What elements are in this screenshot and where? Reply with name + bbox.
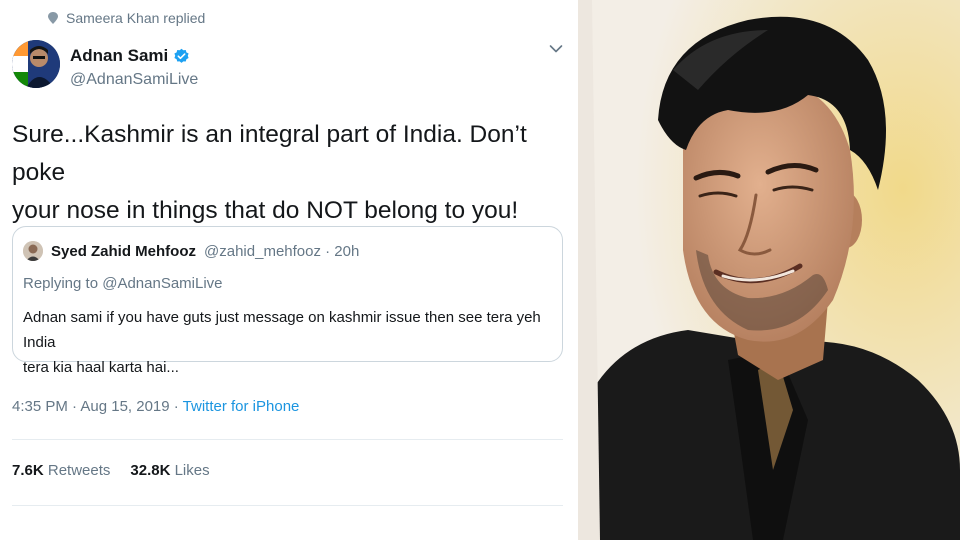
divider: [12, 439, 563, 440]
pin-icon: [48, 12, 58, 24]
author-info: Adnan Sami @AdnanSamiLive: [70, 46, 198, 89]
quoted-author-handle[interactable]: @zahid_mehfooz · 20h: [204, 243, 359, 260]
author-name[interactable]: Adnan Sami: [70, 46, 168, 66]
quoted-tweet-text: Adnan sami if you have guts just message…: [23, 305, 558, 380]
tweet-text-line: your nose in things that do NOT belong t…: [12, 197, 519, 224]
tweet-timestamp[interactable]: 4:35 PM · Aug 15, 2019 ·: [12, 398, 183, 415]
author-handle[interactable]: @AdnanSamiLive: [70, 71, 198, 89]
author-avatar[interactable]: [12, 40, 60, 88]
chevron-down-icon[interactable]: [549, 44, 563, 54]
quoted-tweet[interactable]: Syed Zahid Mehfooz @zahid_mehfooz · 20h …: [12, 226, 563, 376]
replying-to-link[interactable]: @AdnanSamiLive: [102, 275, 222, 292]
retweets-stat[interactable]: 7.6K Retweets: [12, 462, 110, 479]
tweet-text: Sure...Kashmir is an integral part of In…: [12, 116, 562, 230]
retweets-count: 7.6K: [12, 462, 44, 479]
tweet-text-line: Sure...Kashmir is an integral part of In…: [12, 121, 527, 186]
quoted-text-line: tera kia haal karta hai...: [23, 359, 179, 376]
divider: [12, 505, 563, 506]
quoted-text-line: Adnan sami if you have guts just message…: [23, 309, 541, 351]
verified-badge-icon: [174, 48, 189, 63]
tweet-metadata: 4:35 PM · Aug 15, 2019 · Twitter for iPh…: [12, 398, 299, 415]
tweet-stats: 7.6K Retweets 32.8K Likes: [12, 462, 210, 479]
portrait-illustration: [578, 0, 960, 540]
likes-stat[interactable]: 32.8K Likes: [130, 462, 209, 479]
replying-to-prefix: Replying to: [23, 275, 103, 292]
tweet-panel: Sameera Khan replied Adnan Sami @AdnanSa…: [0, 0, 578, 540]
portrait-photo: [578, 0, 960, 540]
quoted-author-name[interactable]: Syed Zahid Mehfooz: [51, 243, 196, 260]
retweets-label: Retweets: [47, 462, 111, 479]
tweet-source-link[interactable]: Twitter for iPhone: [183, 398, 300, 415]
quoted-author-avatar[interactable]: [23, 241, 43, 261]
likes-label: Likes: [174, 462, 210, 479]
replying-to: Replying to @AdnanSamiLive: [23, 275, 223, 292]
social-context-text[interactable]: Sameera Khan replied: [66, 10, 205, 26]
likes-count: 32.8K: [130, 462, 171, 479]
quoted-tweet-header: Syed Zahid Mehfooz @zahid_mehfooz · 20h: [23, 241, 359, 261]
social-context: Sameera Khan replied: [48, 10, 205, 26]
